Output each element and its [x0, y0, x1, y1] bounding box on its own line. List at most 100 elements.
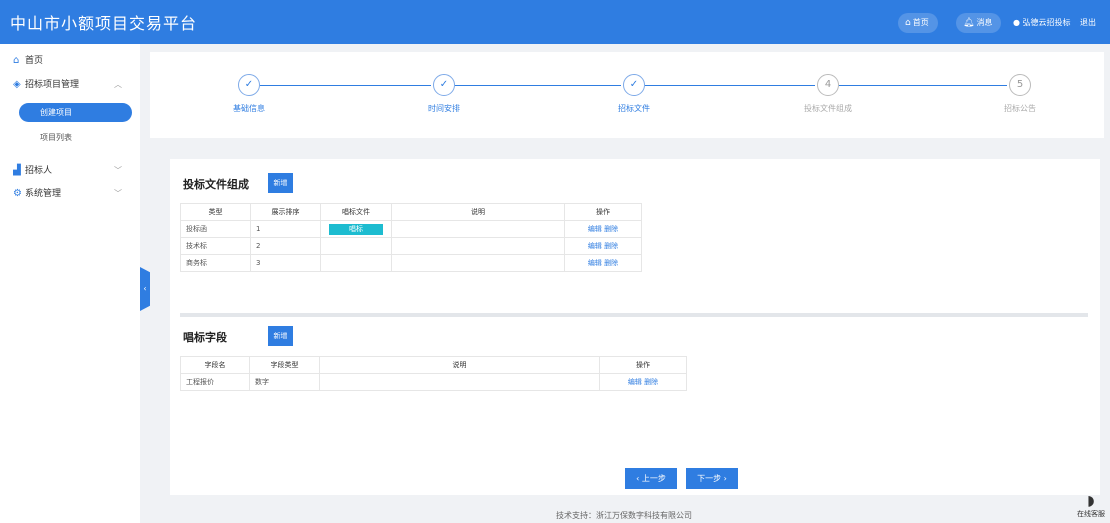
cell-bid-file: [320, 254, 392, 272]
sidebar: ⌂ 首页 ◈ 招标项目管理 ︿ 创建项目 项目列表 ▟ 招标人 ﹀ ⚙ 系统管理…: [0, 44, 140, 523]
sidebar-item-tenderer[interactable]: ▟ 招标人 ﹀: [0, 160, 140, 182]
sidebar-item-project-management[interactable]: ◈ 招标项目管理 ︿: [0, 74, 140, 96]
platform-title: 中山市小额项目交易平台: [10, 14, 198, 33]
edit-link[interactable]: 编辑: [588, 242, 602, 250]
cell-note: [391, 220, 565, 238]
cell-actions: 编辑 删除: [564, 220, 642, 238]
cell-actions: 编辑 删除: [564, 254, 642, 272]
online-support-button[interactable]: ◗ 在线客服: [1074, 493, 1108, 519]
user-icon: ●: [1013, 18, 1020, 27]
step-tender-notice[interactable]: 5 招标公告: [955, 74, 1085, 114]
chevron-down-icon: ﹀: [114, 189, 122, 198]
cell-type: 技术标: [180, 237, 251, 255]
column-header: 说明: [319, 356, 600, 374]
user-menu[interactable]: ● 弘德云招投标: [1013, 13, 1071, 33]
cell-field-type: 数字: [249, 373, 320, 391]
cell-actions: 编辑 删除: [599, 373, 687, 391]
previous-step-label: 上一步: [641, 474, 666, 483]
delete-link[interactable]: 删除: [604, 242, 618, 250]
messages-button-label: 消息: [976, 18, 993, 27]
fields-table: 字段名 字段类型 说明 操作 工程报价 数字 编辑 删除: [180, 356, 687, 391]
logout-link[interactable]: 退出: [1080, 13, 1096, 33]
add-composition-button[interactable]: 新增: [268, 173, 293, 193]
sidebar-item-system-management[interactable]: ⚙ 系统管理 ﹀: [0, 183, 140, 205]
check-icon: ✓: [433, 74, 455, 96]
next-step-label: 下一步: [697, 474, 722, 483]
check-icon: ✓: [623, 74, 645, 96]
sidebar-subitem-create-project[interactable]: 创建项目: [19, 103, 132, 122]
delete-link[interactable]: 删除: [644, 378, 658, 386]
home-button[interactable]: ⌂ 首页: [898, 13, 938, 33]
bell-icon: 🔔︎: [963, 18, 975, 28]
home-icon: ⌂: [905, 18, 911, 28]
step-label: 时间安排: [428, 104, 460, 113]
cell-order: 2: [250, 237, 321, 255]
table-header-row: 类型 展示排序 唱标文件 说明 操作: [180, 203, 642, 221]
support-icon: ◗: [1087, 493, 1095, 509]
top-header: 中山市小额项目交易平台 ⌂ 首页 🔔︎ 消息 ● 弘德云招投标 退出: [0, 0, 1110, 44]
table-row: 投标函 1 唱标 编辑 删除: [180, 220, 642, 238]
column-header: 类型: [180, 203, 251, 221]
layers-icon: ◈: [13, 79, 21, 90]
step-schedule[interactable]: ✓ 时间安排: [379, 74, 509, 114]
edit-link[interactable]: 编辑: [588, 259, 602, 267]
column-header: 说明: [391, 203, 565, 221]
people-icon: ▟: [13, 165, 21, 176]
edit-link[interactable]: 编辑: [628, 378, 642, 386]
sidebar-collapse-toggle[interactable]: ‹: [140, 267, 150, 311]
cell-bid-file: [320, 237, 392, 255]
progress-steps: ✓ 基础信息 ✓ 时间安排 ✓ 招标文件 4 投标文件组成 5 招标公告: [150, 52, 1104, 138]
column-header: 唱标文件: [320, 203, 392, 221]
delete-link[interactable]: 删除: [604, 259, 618, 267]
home-button-label: 首页: [912, 18, 929, 27]
column-header: 操作: [599, 356, 687, 374]
step-tender-file[interactable]: ✓ 招标文件: [569, 74, 699, 114]
chevron-down-icon: ﹀: [114, 166, 122, 175]
gear-icon: ⚙: [13, 188, 22, 199]
bid-opening-button[interactable]: 唱标: [329, 223, 383, 235]
user-name: 弘德云招投标: [1022, 18, 1071, 27]
table-row: 技术标 2 编辑 删除: [180, 237, 642, 255]
chevron-up-icon: ︿: [114, 80, 122, 89]
cell-note: [319, 373, 600, 391]
step-label: 基础信息: [233, 104, 265, 113]
sidebar-item-label: 招标项目管理: [25, 80, 80, 90]
composition-section-title: 投标文件组成: [183, 178, 249, 191]
sidebar-item-home[interactable]: ⌂ 首页: [0, 50, 140, 72]
sidebar-item-label: 系统管理: [25, 189, 62, 199]
step-label: 招标公告: [1004, 104, 1036, 113]
add-field-button[interactable]: 新增: [268, 326, 293, 346]
next-step-button[interactable]: 下一步 ›: [686, 468, 738, 489]
step-number: 5: [1009, 74, 1031, 96]
edit-link[interactable]: 编辑: [588, 225, 602, 233]
cell-bid-file: 唱标: [320, 220, 392, 238]
sidebar-item-label: 首页: [25, 56, 44, 66]
messages-button[interactable]: 🔔︎ 消息: [956, 13, 1002, 33]
column-header: 展示排序: [250, 203, 321, 221]
cell-type: 商务标: [180, 254, 251, 272]
column-header: 字段类型: [249, 356, 320, 374]
online-support-label: 在线客服: [1077, 510, 1105, 518]
sidebar-item-label: 招标人: [25, 166, 53, 176]
cell-note: [391, 254, 565, 272]
column-header: 操作: [564, 203, 642, 221]
cell-order: 1: [250, 220, 321, 238]
step-bid-composition[interactable]: 4 投标文件组成: [763, 74, 893, 114]
step-label: 投标文件组成: [804, 104, 852, 113]
check-icon: ✓: [238, 74, 260, 96]
home-icon: ⌂: [13, 55, 20, 66]
cell-type: 投标函: [180, 220, 251, 238]
table-header-row: 字段名 字段类型 说明 操作: [180, 356, 687, 374]
delete-link[interactable]: 删除: [604, 225, 618, 233]
sidebar-subitem-project-list[interactable]: 项目列表: [40, 132, 72, 143]
cell-note: [391, 237, 565, 255]
composition-table: 类型 展示排序 唱标文件 说明 操作 投标函 1 唱标 编辑 删除 技术标 2 …: [180, 203, 642, 272]
table-row: 工程报价 数字 编辑 删除: [180, 373, 687, 391]
cell-field-name: 工程报价: [180, 373, 250, 391]
column-header: 字段名: [180, 356, 250, 374]
chevron-left-icon: ‹: [636, 474, 640, 483]
step-label: 招标文件: [618, 104, 650, 113]
step-basic-info[interactable]: ✓ 基础信息: [184, 74, 314, 114]
previous-step-button[interactable]: ‹ 上一步: [625, 468, 677, 489]
section-divider: [180, 313, 1088, 317]
